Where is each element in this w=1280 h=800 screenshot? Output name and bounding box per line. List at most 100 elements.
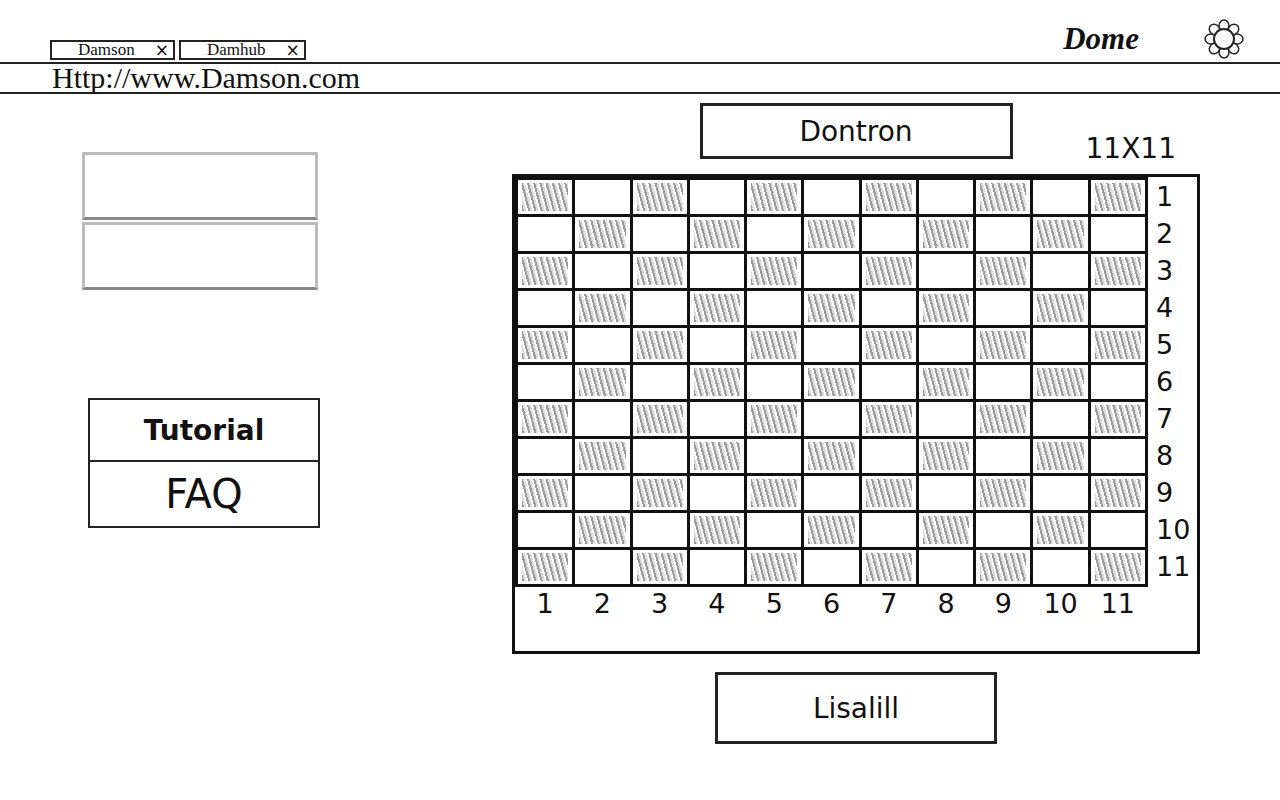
board-cell[interactable] — [804, 180, 858, 214]
board-cell[interactable] — [919, 476, 973, 510]
board-cell[interactable] — [633, 217, 687, 251]
board-cell[interactable] — [1033, 513, 1087, 547]
board-cell[interactable] — [633, 402, 687, 436]
board-cell[interactable] — [747, 513, 801, 547]
board-cell[interactable] — [747, 180, 801, 214]
address-bar[interactable]: Http://www.Damson.com — [0, 64, 1280, 94]
board-cell[interactable] — [747, 328, 801, 362]
board-cell[interactable] — [518, 217, 572, 251]
board-cell[interactable] — [862, 476, 916, 510]
board-cell[interactable] — [919, 254, 973, 288]
board-cell[interactable] — [804, 217, 858, 251]
board-cell[interactable] — [862, 328, 916, 362]
board-cell[interactable] — [633, 365, 687, 399]
board-cell[interactable] — [1091, 402, 1145, 436]
board-cell[interactable] — [518, 402, 572, 436]
board-cell[interactable] — [518, 291, 572, 325]
browser-tab[interactable]: Damhub× — [179, 40, 306, 60]
board-cell[interactable] — [747, 550, 801, 584]
board-cell[interactable] — [690, 439, 744, 473]
board-cell[interactable] — [518, 365, 572, 399]
board-cell[interactable] — [518, 254, 572, 288]
board-cell[interactable] — [919, 365, 973, 399]
board-cell[interactable] — [1091, 513, 1145, 547]
board-cell[interactable] — [1091, 328, 1145, 362]
board-cell[interactable] — [633, 439, 687, 473]
board-cell[interactable] — [804, 291, 858, 325]
board-cell[interactable] — [804, 254, 858, 288]
board-cell[interactable] — [575, 513, 629, 547]
board-cell[interactable] — [633, 254, 687, 288]
board-cell[interactable] — [575, 291, 629, 325]
board-cell[interactable] — [804, 550, 858, 584]
board-cell[interactable] — [575, 476, 629, 510]
board-cell[interactable] — [690, 402, 744, 436]
board-cell[interactable] — [1033, 550, 1087, 584]
board-cell[interactable] — [690, 328, 744, 362]
board-cell[interactable] — [976, 180, 1030, 214]
board-cell[interactable] — [518, 328, 572, 362]
board-cell[interactable] — [690, 365, 744, 399]
board-cell[interactable] — [690, 476, 744, 510]
board-cell[interactable] — [575, 254, 629, 288]
board-cell[interactable] — [690, 291, 744, 325]
board-cell[interactable] — [575, 217, 629, 251]
board-cell[interactable] — [919, 291, 973, 325]
board-cell[interactable] — [919, 217, 973, 251]
board-cell[interactable] — [747, 476, 801, 510]
board-cell[interactable] — [804, 328, 858, 362]
text-field[interactable] — [82, 222, 318, 290]
side-button[interactable]: FAQ — [88, 462, 320, 528]
board-cell[interactable] — [919, 550, 973, 584]
board-cell[interactable] — [976, 328, 1030, 362]
board-cell[interactable] — [804, 439, 858, 473]
side-button[interactable]: Tutorial — [88, 398, 320, 462]
board-cell[interactable] — [747, 402, 801, 436]
board-cell[interactable] — [747, 254, 801, 288]
board-cell[interactable] — [862, 180, 916, 214]
board-cell[interactable] — [633, 550, 687, 584]
tab-close-button[interactable]: × — [285, 42, 299, 58]
board-cell[interactable] — [976, 402, 1030, 436]
tab-close-button[interactable]: × — [155, 42, 169, 58]
board-cell[interactable] — [862, 254, 916, 288]
board-cell[interactable] — [976, 550, 1030, 584]
board-cell[interactable] — [747, 291, 801, 325]
board-cell[interactable] — [1091, 180, 1145, 214]
board-cell[interactable] — [804, 365, 858, 399]
board-cell[interactable] — [1033, 291, 1087, 325]
board-cell[interactable] — [1091, 217, 1145, 251]
board-cell[interactable] — [976, 439, 1030, 473]
board-cell[interactable] — [1091, 365, 1145, 399]
board-cell[interactable] — [690, 254, 744, 288]
board-cell[interactable] — [633, 291, 687, 325]
board-cell[interactable] — [690, 217, 744, 251]
board-cell[interactable] — [862, 217, 916, 251]
board-cell[interactable] — [518, 513, 572, 547]
board-cell[interactable] — [862, 550, 916, 584]
board-cell[interactable] — [1033, 328, 1087, 362]
board-cell[interactable] — [976, 254, 1030, 288]
board-cell[interactable] — [862, 513, 916, 547]
board-cell[interactable] — [1033, 180, 1087, 214]
board-cell[interactable] — [919, 439, 973, 473]
board-cell[interactable] — [1033, 217, 1087, 251]
board-cell[interactable] — [518, 476, 572, 510]
board-cell[interactable] — [518, 439, 572, 473]
board-cell[interactable] — [804, 402, 858, 436]
board-cell[interactable] — [575, 180, 629, 214]
board-cell[interactable] — [690, 513, 744, 547]
board-cell[interactable] — [747, 365, 801, 399]
board-cell[interactable] — [919, 513, 973, 547]
board-cell[interactable] — [1091, 550, 1145, 584]
board-cell[interactable] — [575, 365, 629, 399]
board-cell[interactable] — [976, 365, 1030, 399]
board-cell[interactable] — [804, 476, 858, 510]
board-cell[interactable] — [1091, 476, 1145, 510]
board-cell[interactable] — [633, 513, 687, 547]
board-cell[interactable] — [518, 550, 572, 584]
board-cell[interactable] — [1033, 439, 1087, 473]
board-cell[interactable] — [862, 439, 916, 473]
board-cell[interactable] — [976, 291, 1030, 325]
browser-tab[interactable]: Damson× — [50, 40, 175, 60]
